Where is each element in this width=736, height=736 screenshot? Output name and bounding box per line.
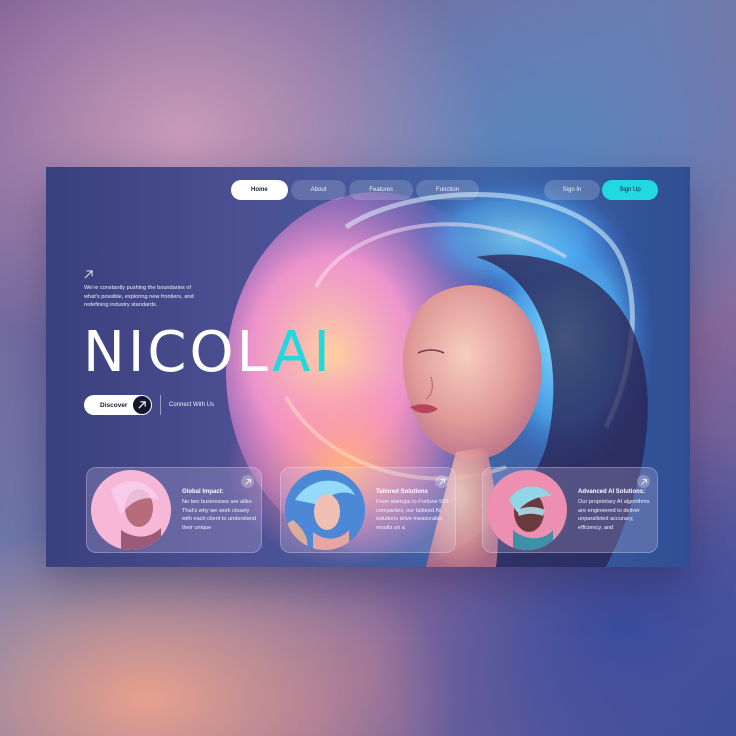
card-description: From startups to Fortune 500 companies, … xyxy=(376,499,449,531)
brand-title: NICOLAI xyxy=(83,325,333,381)
cta-divider xyxy=(160,395,161,415)
feature-card-tailored-solutions[interactable]: Tailored Solutions From startups to Fort… xyxy=(280,467,456,553)
connect-link[interactable]: Connect With Us xyxy=(169,402,214,408)
arrow-up-right-icon[interactable] xyxy=(637,475,650,488)
cta-row: Discover Connect With Us xyxy=(84,395,214,415)
arrow-up-right-icon[interactable] xyxy=(241,475,254,488)
card-title: Advanced AI Solutions: xyxy=(578,489,646,495)
sign-in-button[interactable]: Sign In xyxy=(544,180,600,200)
nav-home[interactable]: Home xyxy=(231,180,288,200)
sign-up-button[interactable]: Sign Up xyxy=(602,180,658,200)
feature-card-advanced-ai[interactable]: Advanced AI Solutions: Our proprietary A… xyxy=(482,467,658,553)
card-title: Tailored Solutions xyxy=(376,489,428,495)
main-nav: Home About Features Function xyxy=(231,180,482,200)
nav-function[interactable]: Function xyxy=(416,180,480,200)
card-image xyxy=(487,470,567,550)
discover-label: Discover xyxy=(100,401,128,409)
arrow-up-right-icon xyxy=(133,396,151,414)
arrow-up-right-icon xyxy=(84,270,93,279)
feature-card-global-impact[interactable]: Global Impact: No two businesses are ali… xyxy=(86,467,262,553)
website-mockup: Home About Features Function Sign In Sig… xyxy=(46,167,690,567)
card-title: Global Impact: xyxy=(182,489,224,495)
discover-button[interactable]: Discover xyxy=(84,395,152,415)
arrow-up-right-icon[interactable] xyxy=(435,475,448,488)
brand-accent: AI xyxy=(272,320,333,385)
nav-features[interactable]: Features xyxy=(349,180,414,200)
auth-buttons: Sign In Sign Up xyxy=(544,180,658,200)
hero-tagline: We're constantly pushing the boundaries … xyxy=(84,285,194,309)
card-image xyxy=(91,470,171,550)
brand-main: NICOL xyxy=(83,320,273,385)
card-description: Our proprietary AI algorithms are engine… xyxy=(578,499,650,531)
card-description: No two businesses are alike. That's why … xyxy=(182,499,257,531)
card-image xyxy=(285,470,365,550)
nav-about[interactable]: About xyxy=(290,180,347,200)
